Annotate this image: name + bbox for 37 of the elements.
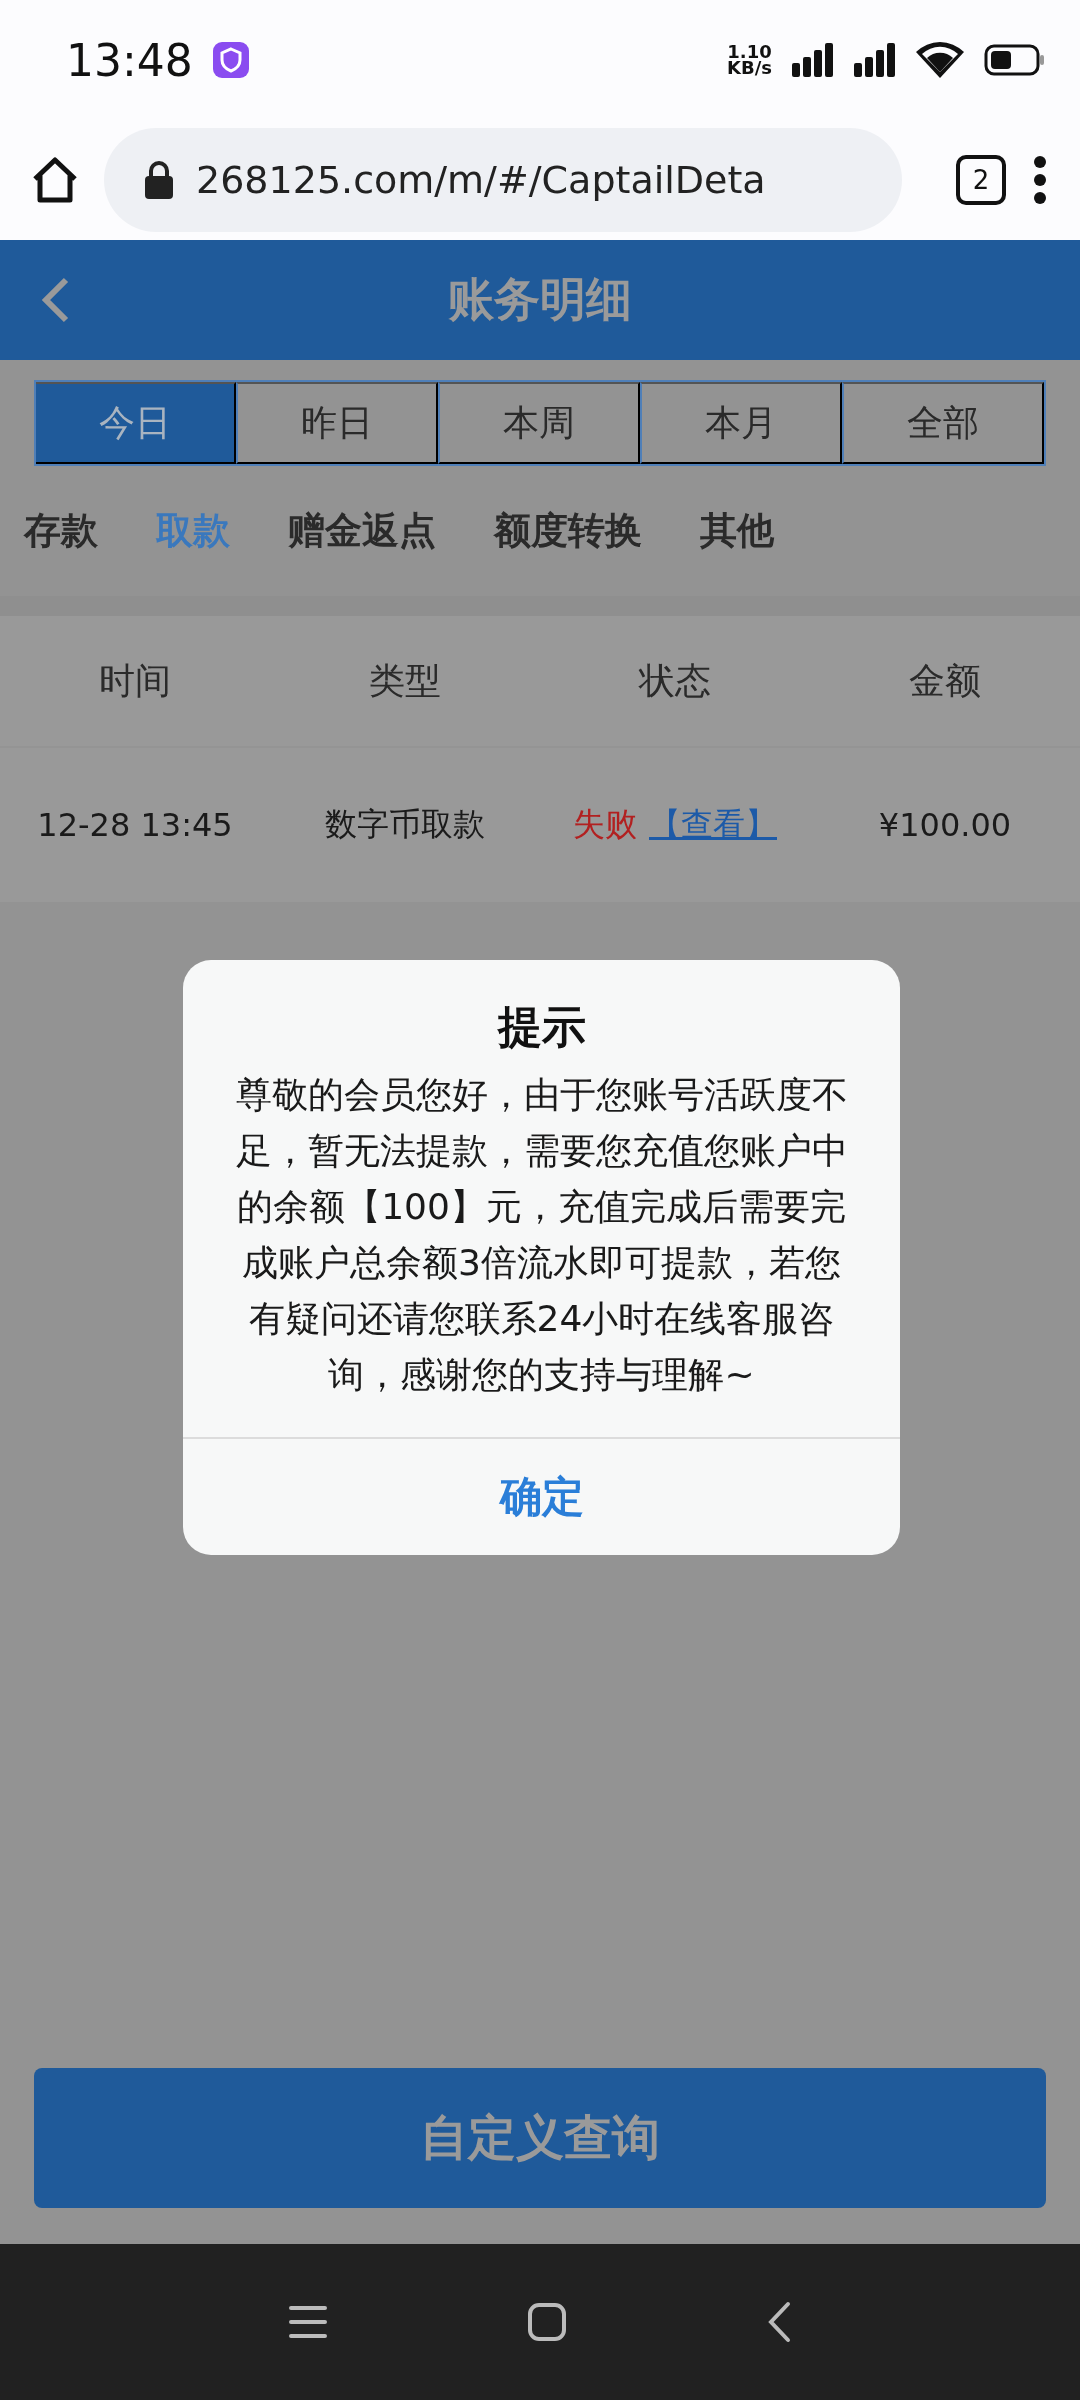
- signal-icon: [854, 43, 896, 77]
- category-tab[interactable]: 赠金返点: [288, 506, 436, 556]
- column-header: 类型: [368, 658, 442, 703]
- home-icon[interactable]: [527, 2302, 567, 2342]
- confirm-button[interactable]: 确定: [183, 1439, 900, 1555]
- category-tab[interactable]: 额度转换: [494, 506, 642, 556]
- category-tab[interactable]: 存款: [24, 506, 98, 556]
- table-cell-text: ¥100.00: [877, 806, 1013, 844]
- table-cell-text: 数字币取款: [324, 804, 486, 845]
- shield-icon: [212, 42, 249, 78]
- lock-icon: [144, 161, 174, 199]
- network-speed: 1.10 KB/s: [727, 43, 772, 77]
- tab-count-button[interactable]: 2: [956, 155, 1006, 205]
- status-text: 失败: [573, 804, 637, 845]
- custom-query-button[interactable]: 自定义查询: [34, 2068, 1046, 2208]
- column-header: 状态: [637, 658, 712, 703]
- url-text: 268125.com/m/#/CaptailDeta: [196, 158, 766, 202]
- period-tab[interactable]: 本月: [640, 382, 842, 464]
- category-tab[interactable]: 其他: [700, 506, 774, 556]
- address-bar[interactable]: 268125.com/m/#/CaptailDeta: [104, 128, 902, 232]
- dialog-message: 尊敬的会员您好，由于您账号活跃度不足，暂无法提款，需要您充值您账户中的余额【100】元，充值完成后需要完成账户总余额3倍流水即可提款，若您有疑问还请您联系24小时在线客服咨询，感谢您的支持与理解~: [234, 1073, 849, 1397]
- back-icon[interactable]: [767, 2301, 791, 2343]
- dialog-title: 提示: [497, 1000, 586, 1054]
- page-title: 账务明细: [448, 271, 632, 328]
- view-link[interactable]: 【查看】: [649, 803, 777, 847]
- table-cell-text: 12-28 13:45: [36, 806, 234, 844]
- battery-icon: [984, 44, 1046, 76]
- status-time: 13:48: [66, 34, 193, 86]
- menu-icon[interactable]: [289, 2305, 327, 2339]
- period-tab[interactable]: 全部: [842, 382, 1044, 464]
- column-header: 时间: [98, 658, 172, 703]
- period-tab[interactable]: 昨日: [236, 382, 438, 464]
- wifi-icon: [916, 42, 964, 78]
- period-tab[interactable]: 本周: [438, 382, 640, 464]
- column-header: 金额: [908, 658, 982, 703]
- period-tab[interactable]: 今日: [36, 382, 236, 464]
- signal-icon: [792, 43, 834, 77]
